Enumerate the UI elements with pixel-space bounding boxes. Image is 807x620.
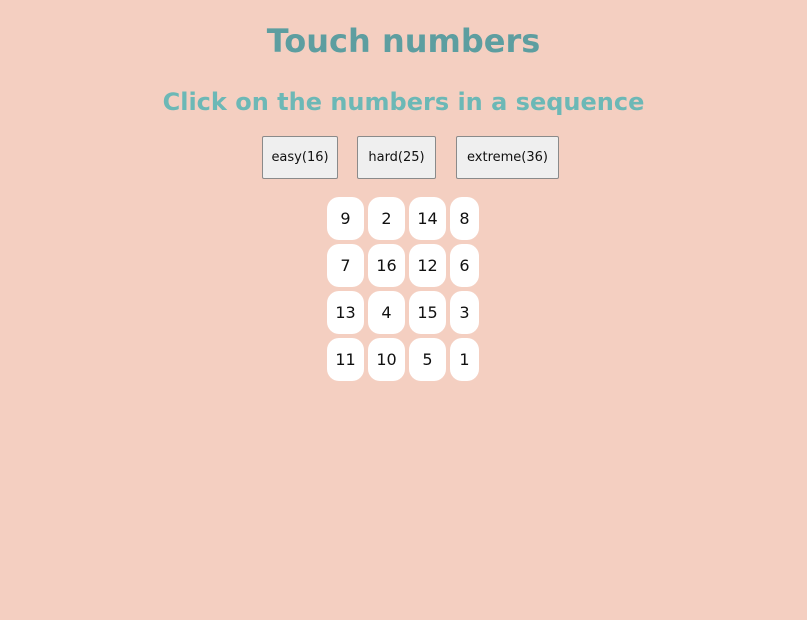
number-tile[interactable]: 13 <box>327 291 364 334</box>
page-title: Touch numbers <box>266 22 541 60</box>
number-grid: 9 2 14 8 7 16 12 6 13 4 15 3 11 10 5 1 <box>327 197 479 385</box>
extreme-mode-button[interactable]: extreme(36) <box>456 136 559 179</box>
number-tile[interactable]: 3 <box>450 291 479 334</box>
grid-row: 9 2 14 8 <box>327 197 479 240</box>
difficulty-bar: easy(16) hard(25) extreme(36) <box>0 136 807 179</box>
grid-row: 13 4 15 3 <box>327 291 479 334</box>
instructions-subtitle: Click on the numbers in a sequence <box>162 88 645 116</box>
number-tile[interactable]: 8 <box>450 197 479 240</box>
number-tile[interactable]: 1 <box>450 338 479 381</box>
number-tile[interactable]: 12 <box>409 244 446 287</box>
number-tile[interactable]: 11 <box>327 338 364 381</box>
number-tile[interactable]: 14 <box>409 197 446 240</box>
grid-row: 7 16 12 6 <box>327 244 479 287</box>
number-tile[interactable]: 16 <box>368 244 405 287</box>
number-tile[interactable]: 10 <box>368 338 405 381</box>
game-page: Touch numbers Click on the numbers in a … <box>0 0 807 620</box>
number-tile[interactable]: 4 <box>368 291 405 334</box>
easy-mode-button[interactable]: easy(16) <box>262 136 338 179</box>
number-tile[interactable]: 5 <box>409 338 446 381</box>
grid-row: 11 10 5 1 <box>327 338 479 381</box>
number-tile[interactable]: 6 <box>450 244 479 287</box>
number-tile[interactable]: 9 <box>327 197 364 240</box>
number-tile[interactable]: 2 <box>368 197 405 240</box>
hard-mode-button[interactable]: hard(25) <box>357 136 436 179</box>
number-tile[interactable]: 15 <box>409 291 446 334</box>
number-tile[interactable]: 7 <box>327 244 364 287</box>
